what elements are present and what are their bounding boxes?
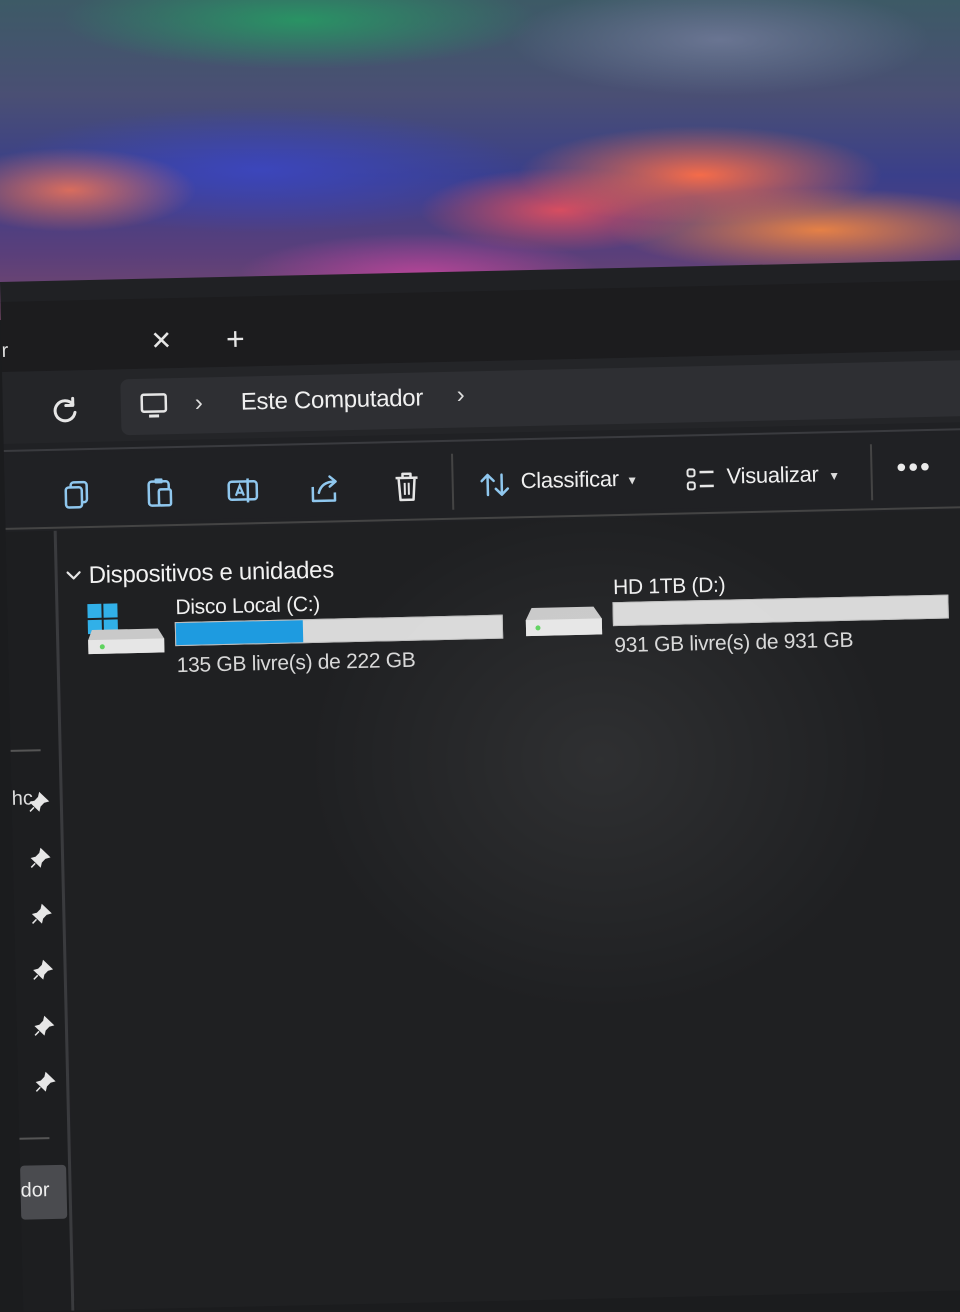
file-explorer-window: r ✕ + › Este Computador › [0, 260, 960, 1302]
pin-icon[interactable] [29, 847, 51, 869]
chevron-down-icon[interactable] [64, 566, 82, 584]
delete-icon[interactable] [388, 468, 425, 505]
sort-button[interactable]: Classificar [520, 466, 619, 494]
section-header-devices[interactable]: Dispositivos e unidades [88, 557, 334, 591]
windows-drive-icon[interactable] [85, 600, 166, 658]
sort-icon[interactable] [476, 466, 513, 503]
more-options-button[interactable]: ••• [896, 451, 932, 484]
tab-title-fragment[interactable]: r [1, 340, 8, 363]
pin-icon[interactable] [34, 1071, 56, 1093]
new-tab-icon[interactable]: + [219, 322, 252, 355]
copy-icon[interactable] [60, 476, 97, 513]
view-button[interactable]: Visualizar [726, 461, 819, 489]
view-chevron-down-icon[interactable]: ▾ [830, 467, 837, 484]
drive-d-name[interactable]: HD 1TB (D:) [613, 574, 726, 601]
pin-icon[interactable] [28, 791, 50, 813]
view-icon[interactable] [682, 462, 719, 499]
sidebar-item-label-fragment: dor [20, 1179, 49, 1203]
pin-icon[interactable] [33, 1015, 55, 1037]
drive-c-name[interactable]: Disco Local (C:) [175, 593, 320, 620]
sidebar-item-this-pc[interactable]: dor [20, 1165, 67, 1220]
breadcrumb-expand-chevron[interactable]: › [456, 381, 465, 409]
share-icon[interactable] [306, 470, 343, 507]
rename-icon[interactable] [224, 472, 261, 509]
pin-icon[interactable] [30, 903, 52, 925]
drive-c-usage-fill [176, 620, 304, 645]
paste-icon[interactable] [142, 474, 179, 511]
hard-drive-icon[interactable] [523, 592, 604, 650]
breadcrumb-this-pc[interactable]: Este Computador [240, 384, 423, 416]
sort-chevron-down-icon[interactable]: ▾ [628, 472, 635, 489]
breadcrumb-separator[interactable]: › [194, 389, 203, 417]
computer-icon [139, 392, 170, 421]
close-tab-icon[interactable]: ✕ [147, 326, 176, 355]
refresh-icon[interactable] [49, 394, 82, 427]
pin-icon[interactable] [31, 959, 53, 981]
